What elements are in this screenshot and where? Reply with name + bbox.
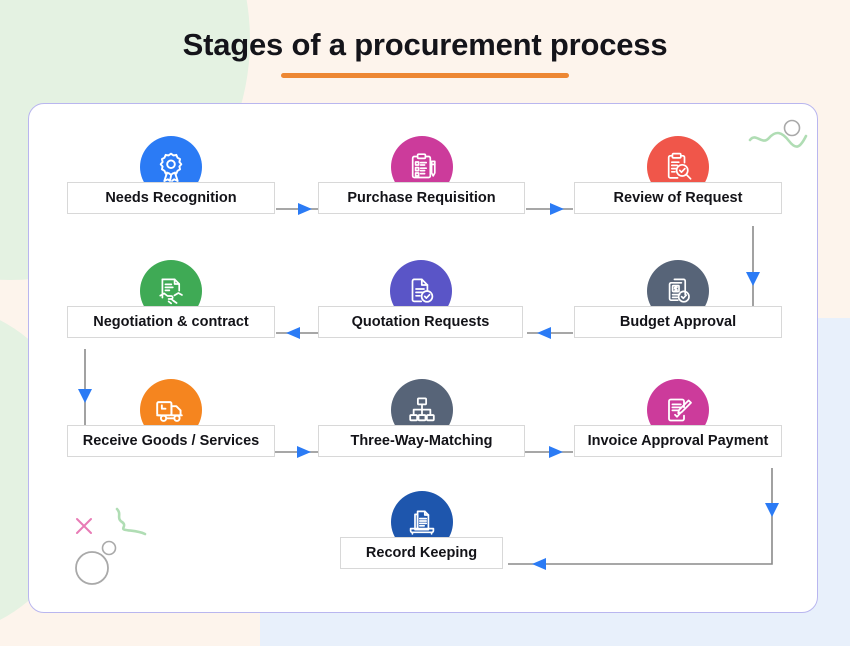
header: Stages of a procurement process: [0, 26, 850, 79]
cross-icon-bottom-left: [76, 518, 92, 534]
squiggle-icon-bottom-left: [115, 507, 147, 536]
title-underline: [281, 73, 569, 79]
circle-icon-bottom-left-large: [75, 551, 109, 585]
circle-icon-top-right: [783, 119, 801, 137]
node-label: Invoice Approval Payment: [574, 425, 782, 457]
node-label: Three-Way-Matching: [318, 425, 525, 457]
node-label: Budget Approval: [574, 306, 782, 338]
page-title: Stages of a procurement process: [182, 27, 668, 62]
node-label: Needs Recognition: [67, 182, 275, 214]
node-label: Review of Request: [574, 182, 782, 214]
node-label: Quotation Requests: [318, 306, 523, 338]
node-label: Negotiation & contract: [67, 306, 275, 338]
node-label: Purchase Requisition: [318, 182, 525, 214]
node-label: Record Keeping: [340, 537, 503, 569]
node-label: Receive Goods / Services: [67, 425, 275, 457]
